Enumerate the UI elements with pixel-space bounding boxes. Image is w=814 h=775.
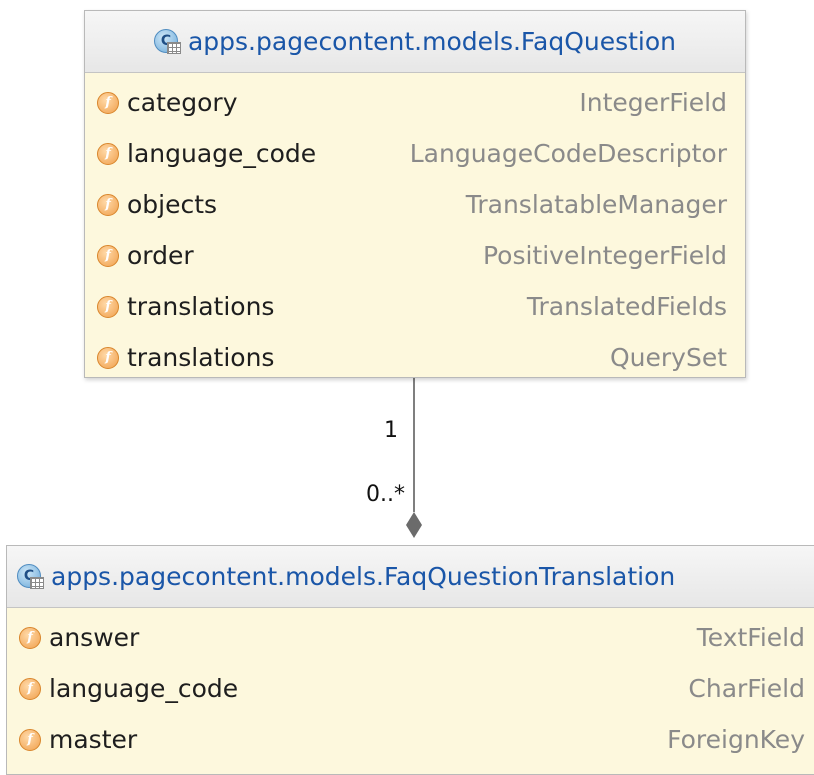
field-icon: f [19,728,41,751]
field-type: TextField [696,623,805,652]
field-icon: f [97,346,119,369]
field-icon: f [97,142,119,165]
class-name: apps.pagecontent.models.FaqQuestion [187,27,677,56]
field-name: master [49,725,138,754]
field-type: QuerySet [609,343,727,372]
field-row[interactable]: f translations QuerySet [85,332,745,383]
table-icon [166,41,181,54]
field-row[interactable]: f objects TranslatableManager [85,179,745,230]
field-type: IntegerField [579,88,727,117]
class-name: apps.pagecontent.models.FaqQuestionTrans… [51,562,676,591]
field-list: f answer TextField f language_code CharF… [7,608,814,765]
field-type: CharField [688,674,805,703]
field-type: TranslatableManager [465,190,727,219]
class-table-icon: C [17,562,47,592]
field-icon: f [19,677,41,700]
field-name: answer [49,623,140,652]
field-row[interactable]: f master ForeignKey [7,714,814,765]
field-name: objects [127,190,218,219]
field-name: order [127,241,194,270]
field-icon: f [97,295,119,318]
field-row[interactable]: f translations TranslatedFields [85,281,745,332]
class-box-faqquestion[interactable]: C apps.pagecontent.models.FaqQuestion f … [84,10,746,378]
composition-diamond [406,512,422,538]
field-icon: f [97,244,119,267]
field-name: translations [127,292,275,321]
target-multiplicity: 0..* [366,482,405,507]
field-name: language_code [127,139,317,168]
field-icon: f [19,626,41,649]
field-row[interactable]: f order PositiveIntegerField [85,230,745,281]
source-multiplicity: 1 [384,418,398,443]
field-type: TranslatedFields [526,292,727,321]
field-icon: f [97,91,119,114]
field-list: f category IntegerField f language_code … [85,73,745,383]
field-row[interactable]: f language_code CharField [7,663,814,714]
field-row[interactable]: f language_code LanguageCodeDescriptor [85,128,745,179]
field-type: ForeignKey [667,725,805,754]
field-type: LanguageCodeDescriptor [409,139,727,168]
field-row[interactable]: f category IntegerField [85,77,745,128]
field-icon: f [97,193,119,216]
field-type: PositiveIntegerField [482,241,727,270]
field-name: category [127,88,238,117]
class-box-faqquestiontranslation[interactable]: C apps.pagecontent.models.FaqQuestionTra… [6,545,814,775]
class-header[interactable]: C apps.pagecontent.models.FaqQuestion [85,11,745,73]
class-header[interactable]: C apps.pagecontent.models.FaqQuestionTra… [7,546,814,608]
class-table-icon: C [153,27,184,57]
field-name: language_code [49,674,239,703]
field-name: translations [127,343,275,372]
field-row[interactable]: f answer TextField [7,612,814,663]
table-icon [30,576,44,589]
